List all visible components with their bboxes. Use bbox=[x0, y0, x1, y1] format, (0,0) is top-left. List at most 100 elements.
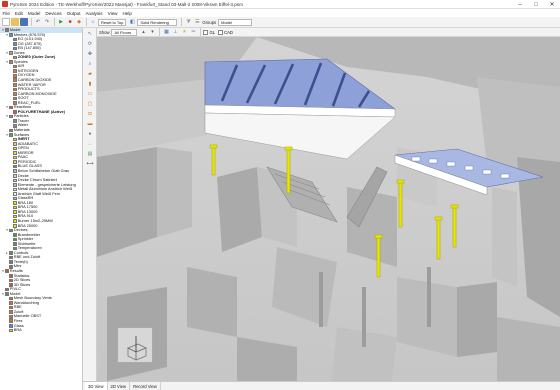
maximize-button[interactable]: □ bbox=[528, 0, 544, 9]
tree-node-icon bbox=[13, 173, 17, 178]
tree-node-icon bbox=[9, 228, 13, 233]
tree-node-icon bbox=[9, 251, 13, 255]
slab-tool-icon[interactable]: ▬ bbox=[85, 120, 95, 128]
tool-palette: ↖ ⟳ ✥ ⌕ ▰ ▮ ▭ ▢ ◘ ▬ ● ∴ ▤ ⟷ bbox=[83, 28, 97, 390]
tree-node-icon bbox=[13, 205, 17, 210]
menu-bar: File Edit Model Devices Output Analysis … bbox=[0, 9, 560, 17]
tree-node-icon bbox=[9, 328, 13, 333]
tree-node-icon bbox=[9, 105, 13, 110]
vent-tool-icon[interactable]: ▭ bbox=[85, 90, 95, 98]
tree-node-icon bbox=[13, 201, 17, 205]
tree-node-icon bbox=[13, 73, 17, 78]
tree-node-icon bbox=[13, 160, 17, 164]
tree-node-icon bbox=[9, 128, 13, 133]
render-mode-dropdown[interactable]: Solid Rendering bbox=[137, 18, 178, 26]
menu-help[interactable]: Help bbox=[120, 11, 134, 16]
axes-icon[interactable]: ⊥ bbox=[171, 28, 179, 36]
lighting-icon[interactable]: ☀ bbox=[180, 28, 188, 36]
view-options-bar: Show All Floors ▴ ▾ ▦ ⊥ ☀ ✂ GL CAD bbox=[97, 28, 560, 37]
floor-up-icon[interactable]: ▴ bbox=[139, 28, 147, 36]
tree-node-icon bbox=[9, 133, 13, 137]
tree-node-icon bbox=[9, 324, 13, 328]
tab-2d-view[interactable]: 2D View bbox=[108, 382, 131, 390]
tree-item-label: BRA bbox=[13, 328, 22, 333]
pyrosim-window: PyroSim 2024 Edition - TE-Werkhoff/PyroS… bbox=[0, 0, 560, 390]
tab-record-view[interactable]: Record View bbox=[130, 382, 161, 390]
cad-tag[interactable]: CAD bbox=[218, 29, 233, 35]
tree-node-icon bbox=[13, 155, 17, 160]
gl-tag[interactable]: GL bbox=[203, 29, 215, 35]
tree-node-icon bbox=[9, 301, 13, 305]
3d-model-render[interactable] bbox=[97, 37, 560, 381]
tree-node-icon bbox=[13, 192, 17, 196]
navigation-cube[interactable] bbox=[117, 327, 153, 363]
run-simulation-icon[interactable]: ▶ bbox=[57, 18, 65, 26]
tree-node-icon bbox=[13, 183, 17, 187]
reset-view-dropdown[interactable]: Reset to Top bbox=[98, 18, 127, 26]
tree-node-icon bbox=[13, 178, 17, 183]
floor-down-icon[interactable]: ▾ bbox=[148, 28, 156, 36]
layers-icon[interactable]: ☰ bbox=[193, 18, 201, 26]
pan-tool-icon[interactable]: ✥ bbox=[85, 50, 95, 58]
tree-node-icon bbox=[5, 28, 9, 33]
tree-node-icon bbox=[9, 51, 13, 55]
undo-icon[interactable]: ↶ bbox=[34, 18, 42, 26]
menu-model[interactable]: Model bbox=[25, 11, 43, 16]
wall-tool-icon[interactable]: ▮ bbox=[85, 80, 95, 88]
tree-node-icon bbox=[9, 278, 13, 283]
menu-edit[interactable]: Edit bbox=[12, 11, 25, 16]
menu-file[interactable]: File bbox=[0, 11, 12, 16]
select-tool-icon[interactable]: ↖ bbox=[85, 30, 95, 38]
stop-simulation-icon[interactable]: ■ bbox=[66, 18, 74, 26]
tree-node-icon bbox=[13, 87, 17, 92]
tab-3d-view[interactable]: 3D View bbox=[85, 382, 108, 390]
obstruction-tool-icon[interactable]: ▰ bbox=[85, 70, 95, 78]
device-tool-icon[interactable]: ● bbox=[85, 130, 95, 138]
tree-node-icon bbox=[13, 83, 17, 87]
redo-icon[interactable]: ↷ bbox=[43, 18, 51, 26]
axes-gizmo-icon bbox=[127, 336, 147, 361]
minimize-button[interactable]: – bbox=[512, 0, 528, 9]
tree-node-icon bbox=[13, 214, 17, 219]
filter-icon[interactable]: ⧩ bbox=[184, 18, 192, 26]
orbit-tool-icon[interactable]: ⟳ bbox=[85, 40, 95, 48]
cad-checkbox[interactable] bbox=[218, 29, 224, 35]
tree-node-icon bbox=[13, 123, 17, 128]
gl-checkbox[interactable] bbox=[203, 29, 209, 35]
render-mode-icon[interactable]: ◧ bbox=[128, 18, 136, 26]
slice-tool-icon[interactable]: ▤ bbox=[85, 150, 95, 158]
3d-viewport[interactable] bbox=[97, 37, 560, 381]
close-button[interactable]: ✕ bbox=[544, 0, 560, 9]
title-bar: PyroSim 2024 Edition - TE-Werkhoff/PyroS… bbox=[0, 0, 560, 9]
tree-node-icon bbox=[9, 319, 13, 324]
measure-tool-icon[interactable]: ⟷ bbox=[85, 160, 95, 168]
tree-node-icon bbox=[13, 242, 17, 246]
menu-devices[interactable]: Devices bbox=[43, 11, 64, 16]
tree-node-icon bbox=[13, 92, 17, 96]
toolbar-divider bbox=[159, 28, 161, 36]
menu-view[interactable]: View bbox=[105, 11, 120, 16]
tree-node-icon bbox=[13, 164, 17, 169]
save-icon[interactable] bbox=[20, 18, 28, 26]
tree-node-icon bbox=[9, 314, 13, 319]
tree-node-icon bbox=[13, 196, 17, 201]
hole-tool-icon[interactable]: ◘ bbox=[85, 110, 95, 118]
groups-label: Groups bbox=[202, 19, 217, 25]
results-icon[interactable]: ◆ bbox=[75, 18, 83, 26]
open-folder-icon[interactable] bbox=[11, 18, 19, 26]
view-home-icon[interactable]: ⌂ bbox=[89, 18, 97, 26]
tree-item[interactable]: BRA bbox=[0, 328, 82, 333]
toolbar-divider bbox=[181, 18, 183, 26]
menu-analysis[interactable]: Analysis bbox=[83, 11, 105, 16]
floors-dropdown[interactable]: All Floors bbox=[111, 28, 138, 36]
clip-icon[interactable]: ✂ bbox=[189, 28, 197, 36]
room-tool-icon[interactable]: ▢ bbox=[85, 100, 95, 108]
menu-output[interactable]: Output bbox=[64, 11, 83, 16]
zoom-tool-icon[interactable]: ⌕ bbox=[85, 60, 95, 68]
tree-node-icon bbox=[9, 33, 13, 37]
new-file-icon[interactable] bbox=[2, 18, 10, 26]
groups-dropdown[interactable]: Model bbox=[218, 18, 253, 26]
particle-tool-icon[interactable]: ∴ bbox=[85, 140, 95, 148]
tree-node-icon bbox=[9, 305, 13, 310]
grid-icon[interactable]: ▦ bbox=[162, 28, 170, 36]
